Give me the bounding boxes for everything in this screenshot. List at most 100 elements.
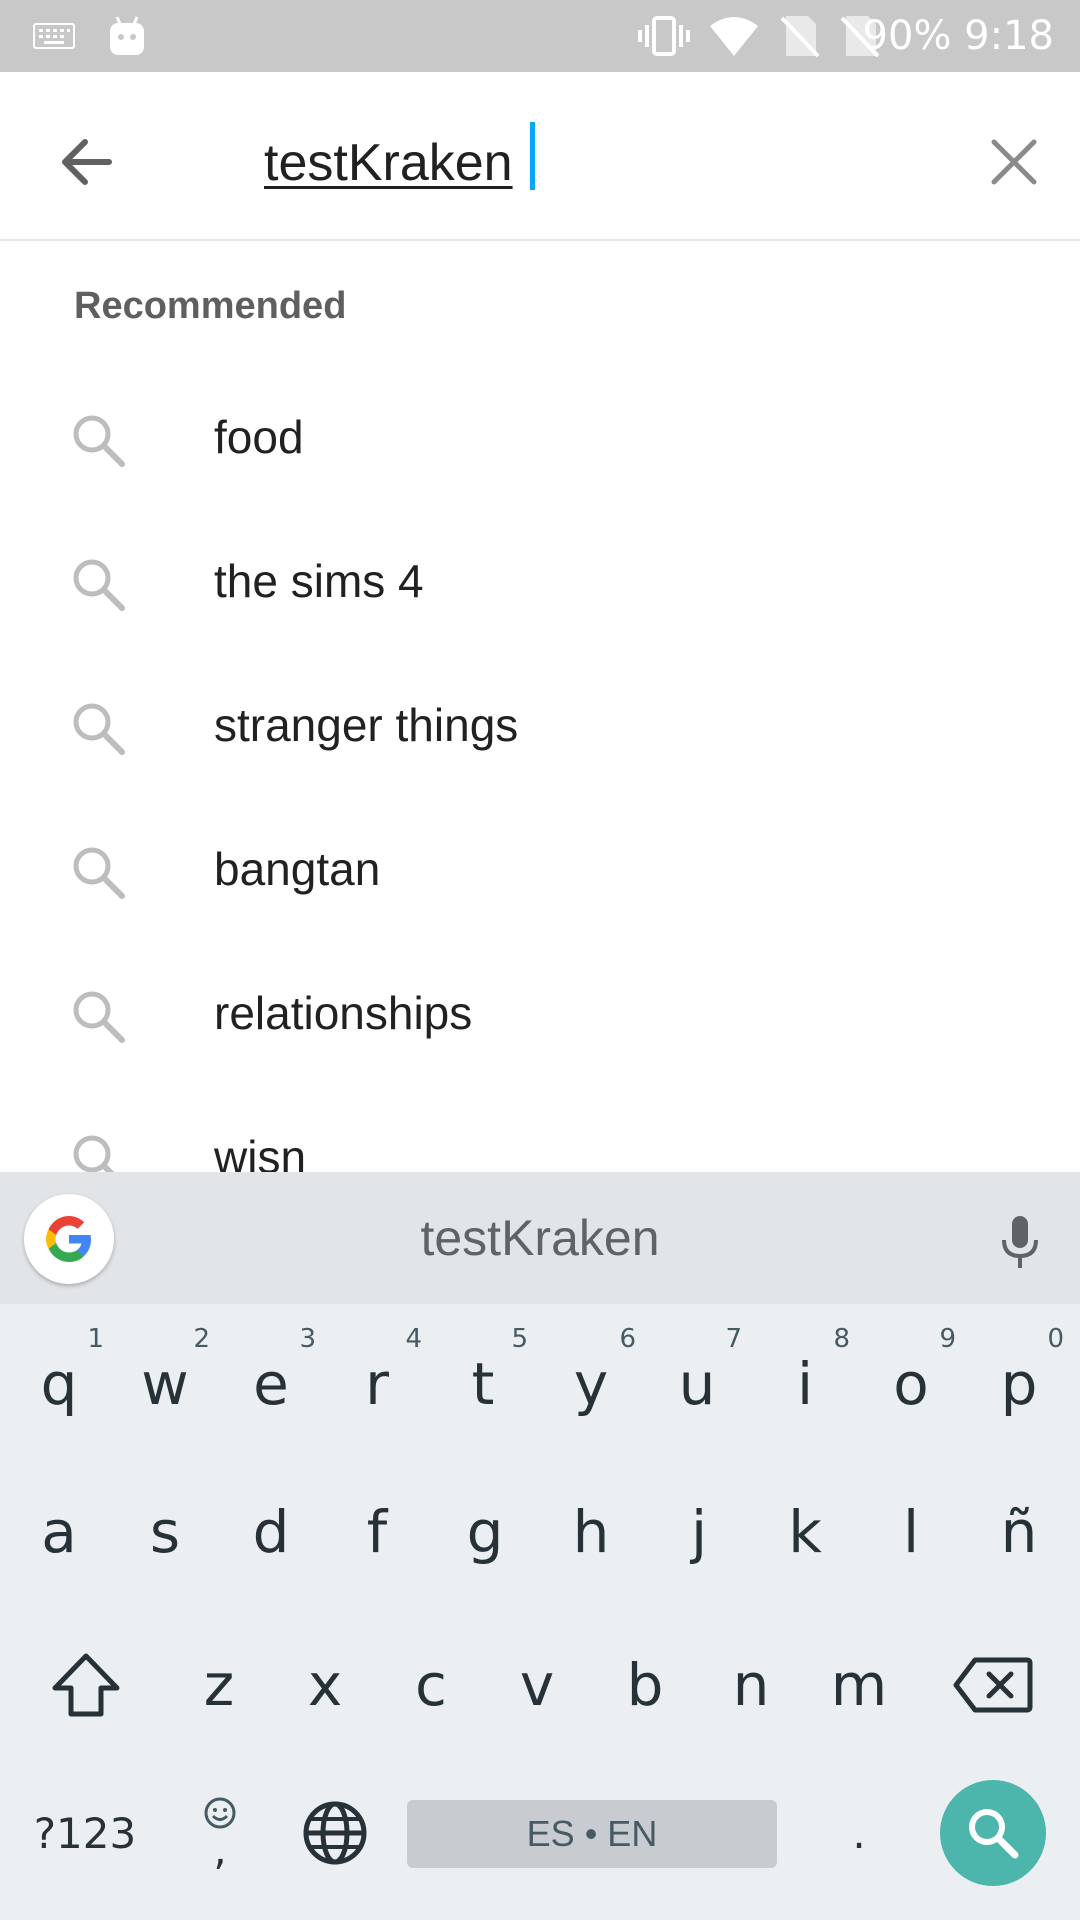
key-h[interactable]: h — [538, 1460, 644, 1604]
key-c[interactable]: c — [378, 1610, 484, 1760]
shift-key[interactable] — [30, 1610, 142, 1760]
key-number: 7 — [725, 1324, 742, 1354]
key-number: 0 — [1047, 1324, 1064, 1354]
key-p[interactable]: p0 — [966, 1312, 1072, 1456]
search-icon — [73, 415, 125, 467]
suggestion-label: food — [214, 411, 304, 463]
suggestion-item[interactable]: the sims 4 — [0, 509, 1080, 653]
key-label: e — [253, 1350, 289, 1418]
key-f[interactable]: f — [324, 1460, 430, 1604]
symbols-label: ?123 — [33, 1808, 137, 1858]
space-label: ES • EN — [526, 1813, 658, 1854]
key-label: f — [366, 1498, 388, 1566]
key-number: 6 — [619, 1324, 636, 1354]
key-x[interactable]: x — [272, 1610, 378, 1760]
key-s[interactable]: s — [112, 1460, 218, 1604]
key-j[interactable]: j — [646, 1460, 752, 1604]
key-label: x — [307, 1651, 343, 1719]
key-label: p — [1000, 1350, 1038, 1418]
key-label: q — [40, 1350, 78, 1418]
key-q[interactable]: q1 — [6, 1312, 112, 1456]
key-label: y — [573, 1350, 609, 1418]
search-icon — [73, 991, 125, 1043]
key-r[interactable]: r4 — [324, 1312, 430, 1456]
battery-percent: 90% — [862, 13, 952, 59]
clear-button[interactable] — [974, 122, 1054, 202]
key-g[interactable]: g — [432, 1460, 538, 1604]
google-icon — [46, 1216, 91, 1262]
keyboard-icon — [30, 0, 78, 72]
key-y[interactable]: y6 — [538, 1312, 644, 1456]
google-button[interactable] — [24, 1194, 114, 1284]
suggestion-label: stranger things — [214, 699, 519, 751]
key-label: l — [902, 1498, 920, 1566]
key-t[interactable]: t5 — [430, 1312, 536, 1456]
suggestion-label: bangtan — [214, 843, 381, 895]
shift-icon — [52, 1653, 120, 1717]
key-label: u — [678, 1350, 716, 1418]
language-key[interactable] — [280, 1768, 390, 1898]
key-b[interactable]: b — [592, 1610, 698, 1760]
key-e[interactable]: e3 — [218, 1312, 324, 1456]
key-n-tilde[interactable]: ñ — [966, 1460, 1072, 1604]
suggestion-item[interactable]: bangtan — [0, 797, 1080, 941]
close-icon — [991, 139, 1037, 185]
key-number: 8 — [833, 1324, 850, 1354]
space-key[interactable]: ES • EN — [407, 1800, 777, 1868]
key-number: 1 — [87, 1324, 104, 1354]
suggestion-item[interactable]: relationships — [0, 941, 1080, 1085]
suggestion-item[interactable]: food — [0, 365, 1080, 509]
period-key[interactable]: . — [806, 1768, 912, 1898]
key-label: j — [690, 1498, 708, 1566]
backspace-key[interactable] — [940, 1610, 1046, 1760]
key-label: d — [252, 1498, 290, 1566]
key-number: 4 — [405, 1324, 422, 1354]
comma-key[interactable]: , — [172, 1768, 268, 1898]
search-icon — [73, 703, 125, 755]
key-label: h — [572, 1498, 610, 1566]
key-label: m — [830, 1651, 888, 1719]
key-v[interactable]: v — [484, 1610, 590, 1760]
status-bar: 90% 9:18 — [0, 0, 1080, 72]
microphone-icon — [1002, 1216, 1038, 1268]
key-number: 3 — [299, 1324, 316, 1354]
key-label: b — [626, 1651, 664, 1719]
suggestion-strip: testKraken — [0, 1172, 1080, 1304]
key-number: 5 — [511, 1324, 528, 1354]
key-n[interactable]: n — [698, 1610, 804, 1760]
key-a[interactable]: a — [6, 1460, 112, 1604]
key-label: w — [141, 1350, 189, 1418]
backspace-icon — [953, 1657, 1033, 1713]
recommended-header: Recommended — [74, 285, 347, 327]
vibrate-icon — [636, 0, 692, 72]
key-z[interactable]: z — [166, 1610, 272, 1760]
search-icon — [73, 847, 125, 899]
key-label: g — [466, 1498, 504, 1566]
search-input[interactable]: testKraken — [264, 130, 513, 196]
globe-icon — [303, 1801, 367, 1865]
search-icon — [73, 559, 125, 611]
search-icon — [969, 1809, 1019, 1859]
key-w[interactable]: w2 — [112, 1312, 218, 1456]
key-l[interactable]: l — [858, 1460, 964, 1604]
search-key[interactable] — [940, 1780, 1046, 1886]
key-label: t — [471, 1350, 495, 1418]
back-button[interactable] — [46, 122, 126, 202]
key-number: 2 — [193, 1324, 210, 1354]
key-u[interactable]: u7 — [644, 1312, 750, 1456]
key-i[interactable]: i8 — [752, 1312, 858, 1456]
arrow-back-icon — [62, 139, 112, 185]
suggestion-item[interactable]: stranger things — [0, 653, 1080, 797]
mic-button[interactable] — [980, 1202, 1060, 1282]
clock: 9:18 — [964, 13, 1054, 59]
suggestion-label: the sims 4 — [214, 555, 424, 607]
symbols-key[interactable]: ?123 — [14, 1768, 156, 1898]
search-bar: testKraken — [0, 72, 1080, 241]
key-label: a — [41, 1498, 77, 1566]
key-k[interactable]: k — [752, 1460, 858, 1604]
key-m[interactable]: m — [806, 1610, 912, 1760]
key-o[interactable]: o9 — [858, 1312, 964, 1456]
key-label: c — [415, 1651, 447, 1719]
keyboard-suggestion[interactable]: testKraken — [0, 1172, 1080, 1304]
key-d[interactable]: d — [218, 1460, 324, 1604]
